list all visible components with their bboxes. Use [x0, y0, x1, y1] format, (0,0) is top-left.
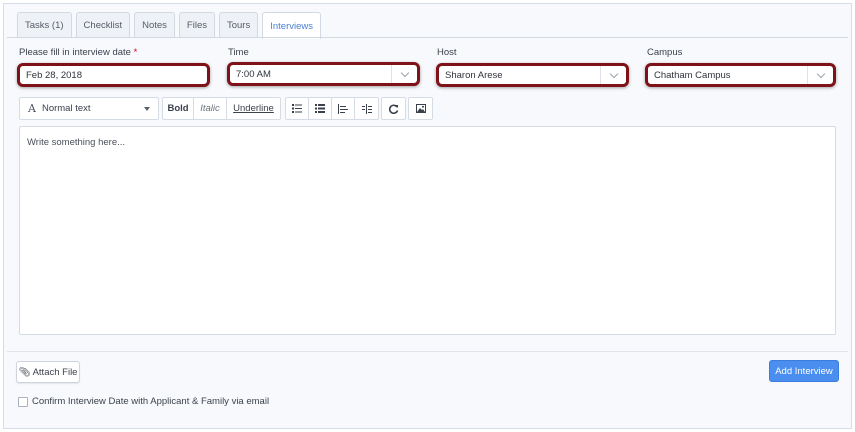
- host-label: Host: [437, 47, 457, 58]
- tab-tasks[interactable]: Tasks (1): [17, 12, 72, 38]
- text-format-icon: A: [28, 102, 36, 115]
- time-label: Time: [228, 47, 249, 58]
- required-mark: *: [133, 47, 138, 58]
- interview-panel: Tasks (1) Checklist Notes Files Tours In…: [3, 3, 852, 429]
- outdent-button[interactable]: [332, 98, 355, 119]
- campus-label: Campus: [647, 47, 683, 58]
- paperclip-icon: 📎︎: [18, 366, 31, 378]
- clear-format-group: [381, 97, 406, 120]
- tab-checklist[interactable]: Checklist: [75, 12, 131, 38]
- campus-select[interactable]: Chatham Campus: [645, 63, 836, 87]
- outdent-icon: [338, 103, 348, 114]
- host-value: Sharon Arese: [445, 69, 503, 81]
- format-select[interactable]: A Normal text: [19, 97, 159, 120]
- campus-dropdown-toggle[interactable]: [807, 66, 833, 84]
- interview-date-input[interactable]: Feb 28, 2018: [17, 63, 210, 87]
- tab-divider: [7, 37, 848, 38]
- time-select[interactable]: 7:00 AM: [227, 62, 420, 86]
- tab-tours[interactable]: Tours: [218, 12, 259, 38]
- numbered-list-button[interactable]: [309, 98, 332, 119]
- underline-button[interactable]: Underline: [227, 98, 280, 119]
- text-style-group: Bold Italic Underline: [162, 97, 281, 120]
- list-indent-group: [285, 97, 379, 120]
- caret-down-icon: [144, 106, 150, 111]
- campus-value: Chatham Campus: [654, 69, 731, 81]
- bullet-list-icon: [292, 104, 302, 113]
- tab-notes[interactable]: Notes: [134, 12, 175, 38]
- bullet-list-button[interactable]: [286, 98, 309, 119]
- host-select[interactable]: Sharon Arese: [436, 63, 629, 87]
- attach-file-label: Attach File: [32, 366, 78, 378]
- indent-button[interactable]: [355, 98, 378, 119]
- refresh-icon: [388, 104, 398, 114]
- format-select-value: Normal text: [41, 103, 91, 114]
- image-icon: [415, 104, 426, 113]
- indent-icon: [361, 103, 372, 114]
- editor-placeholder: Write something here...: [27, 137, 126, 148]
- footer-divider: [7, 351, 848, 352]
- image-insert-group: [408, 97, 433, 120]
- chevron-down-icon: [609, 69, 618, 78]
- bold-button[interactable]: Bold: [163, 98, 194, 119]
- add-interview-button[interactable]: Add Interview: [769, 360, 839, 382]
- tab-files[interactable]: Files: [178, 12, 215, 38]
- attach-file-button[interactable]: 📎︎ Attach File: [16, 361, 80, 383]
- clear-format-button[interactable]: [382, 98, 405, 119]
- format-select-content: A Normal text: [28, 102, 91, 115]
- date-label-text: Please fill in interview date: [19, 47, 131, 58]
- format-select-button[interactable]: A Normal text: [20, 98, 158, 119]
- time-value: 7:00 AM: [236, 68, 271, 80]
- host-dropdown-toggle[interactable]: [600, 66, 626, 84]
- italic-button[interactable]: Italic: [194, 98, 227, 119]
- confirm-email-label: Confirm Interview Date with Applicant & …: [32, 396, 270, 407]
- time-dropdown-toggle[interactable]: [391, 65, 417, 83]
- date-label: Please fill in interview date *: [19, 47, 137, 58]
- interview-date-value: Feb 28, 2018: [26, 69, 82, 81]
- chevron-down-icon: [816, 69, 825, 78]
- tab-interviews[interactable]: Interviews: [262, 12, 321, 39]
- insert-image-button[interactable]: [409, 98, 432, 119]
- chevron-down-icon: [400, 68, 409, 77]
- tab-bar: Tasks (1) Checklist Notes Files Tours In…: [17, 12, 325, 39]
- confirm-email-checkbox[interactable]: [18, 397, 28, 407]
- rich-text-editor[interactable]: Write something here...: [19, 126, 836, 335]
- numbered-list-icon: [315, 104, 325, 113]
